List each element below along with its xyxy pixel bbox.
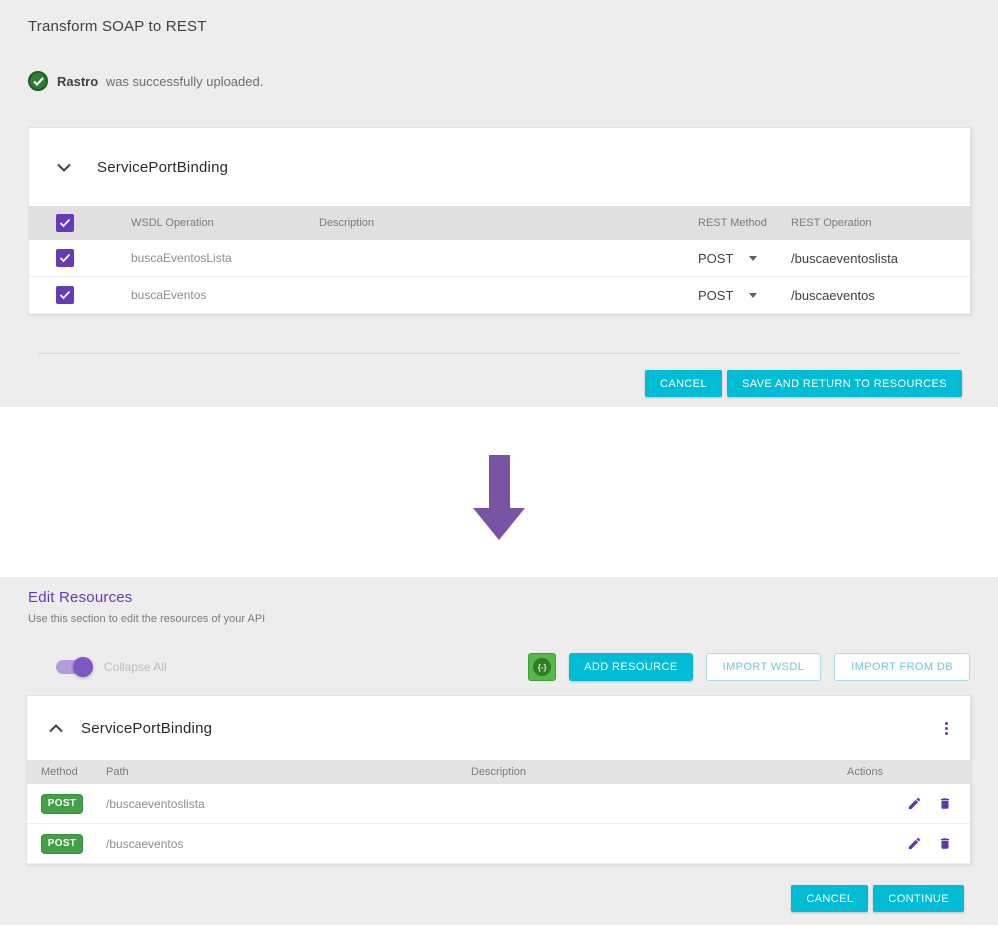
delete-trash-icon[interactable]	[938, 836, 952, 851]
row-actions	[821, 836, 970, 851]
resources-toolbar: Collapse All {-} ADD RESOURCE IMPORT WSD…	[28, 653, 970, 681]
rest-method-select[interactable]: POST	[698, 288, 791, 303]
chevron-down-icon[interactable]	[57, 163, 71, 172]
transition-zone	[0, 407, 998, 577]
success-check-icon	[28, 71, 48, 91]
resource-table-header: Method Path Description Actions	[27, 760, 970, 784]
chevron-up-icon[interactable]	[49, 724, 63, 733]
table-row: POST /buscaeventoslista	[27, 784, 970, 824]
add-resource-button[interactable]: ADD RESOURCE	[569, 653, 692, 681]
code-braces-icon: {-}	[533, 658, 551, 676]
table-row: buscaEventos POST /buscaeventos	[29, 277, 970, 314]
collapse-all-toggle[interactable]	[56, 660, 90, 674]
col-rest-operation: REST Operation	[791, 217, 972, 229]
down-arrow-icon	[489, 455, 510, 508]
table-row: buscaEventosLista POST /buscaeventoslist…	[29, 240, 970, 277]
col-wsdl-operation: WSDL Operation	[103, 217, 319, 229]
toolbar-buttons: {-} ADD RESOURCE IMPORT WSDL IMPORT FROM…	[528, 653, 970, 681]
transform-soap-panel: Transform SOAP to REST Rastro was succes…	[0, 0, 998, 407]
col-description: Description	[471, 766, 821, 778]
success-text: Rastro was successfully uploaded.	[57, 74, 263, 89]
toggle-knob	[73, 657, 93, 677]
table-row: POST /buscaeventos	[27, 824, 970, 864]
col-path: Path	[106, 766, 471, 778]
edit-pencil-icon[interactable]	[907, 836, 922, 851]
rest-method-select[interactable]: POST	[698, 251, 791, 266]
upload-success-message: Rastro was successfully uploaded.	[28, 71, 970, 91]
method-badge: POST	[41, 834, 83, 854]
row-actions	[821, 796, 970, 811]
col-actions: Actions	[821, 766, 970, 778]
resource-group-card: ServicePortBinding Method Path Descripti…	[26, 695, 971, 865]
kebab-menu-icon[interactable]	[941, 718, 952, 739]
collapse-all-label: Collapse All	[104, 660, 167, 674]
resource-card-header[interactable]: ServicePortBinding	[27, 696, 970, 760]
resource-path: /buscaeventos	[106, 837, 471, 851]
edit-resources-title: Edit Resources	[28, 589, 970, 606]
rest-method-value: POST	[698, 251, 733, 266]
delete-trash-icon[interactable]	[938, 796, 952, 811]
dropdown-caret-icon	[749, 256, 757, 261]
wsdl-operation-name: buscaEventosLista	[103, 251, 319, 265]
resource-path: /buscaeventoslista	[106, 797, 471, 811]
continue-button[interactable]: CONTINUE	[873, 885, 964, 912]
page-title: Transform SOAP to REST	[28, 18, 970, 35]
col-description: Description	[319, 217, 698, 229]
import-wsdl-button[interactable]: IMPORT WSDL	[706, 653, 822, 681]
import-from-db-button[interactable]: IMPORT FROM DB	[834, 653, 970, 681]
edit-resources-subtitle: Use this section to edit the resources o…	[28, 613, 970, 625]
row-checkbox[interactable]	[56, 286, 74, 304]
cancel-button[interactable]: CANCEL	[791, 885, 868, 912]
edit-actions: CANCEL CONTINUE	[28, 885, 970, 912]
rest-operation-input[interactable]: /buscaeventos	[791, 288, 972, 303]
rest-method-value: POST	[698, 288, 733, 303]
rest-operation-input[interactable]: /buscaeventoslista	[791, 251, 972, 266]
dropdown-caret-icon	[749, 293, 757, 298]
edit-resources-panel: Edit Resources Use this section to edit …	[0, 577, 998, 925]
save-and-return-button[interactable]: SAVE AND RETURN TO RESOURCES	[727, 370, 962, 397]
binding-table-header: WSDL Operation Description REST Method R…	[29, 206, 970, 240]
divider	[38, 353, 960, 354]
collapse-all-control: Collapse All	[56, 660, 167, 674]
resource-card-title: ServicePortBinding	[81, 720, 212, 737]
binding-card-header[interactable]: ServicePortBinding	[29, 128, 970, 206]
uploaded-file-name: Rastro	[57, 74, 98, 89]
row-checkbox[interactable]	[56, 249, 74, 267]
wsdl-operation-name: buscaEventos	[103, 288, 319, 302]
col-method: Method	[27, 766, 106, 778]
method-badge: POST	[41, 794, 83, 814]
select-all-checkbox[interactable]	[56, 214, 74, 232]
col-rest-method: REST Method	[698, 217, 791, 229]
cancel-button[interactable]: CANCEL	[645, 370, 722, 397]
transform-actions: CANCEL SAVE AND RETURN TO RESOURCES	[28, 370, 970, 397]
success-message-text: was successfully uploaded.	[106, 74, 264, 89]
service-port-binding-card: ServicePortBinding WSDL Operation Descri…	[28, 127, 971, 315]
down-arrow-head	[473, 508, 525, 540]
edit-pencil-icon[interactable]	[907, 796, 922, 811]
code-braces-button[interactable]: {-}	[528, 653, 556, 681]
binding-card-title: ServicePortBinding	[97, 159, 228, 176]
